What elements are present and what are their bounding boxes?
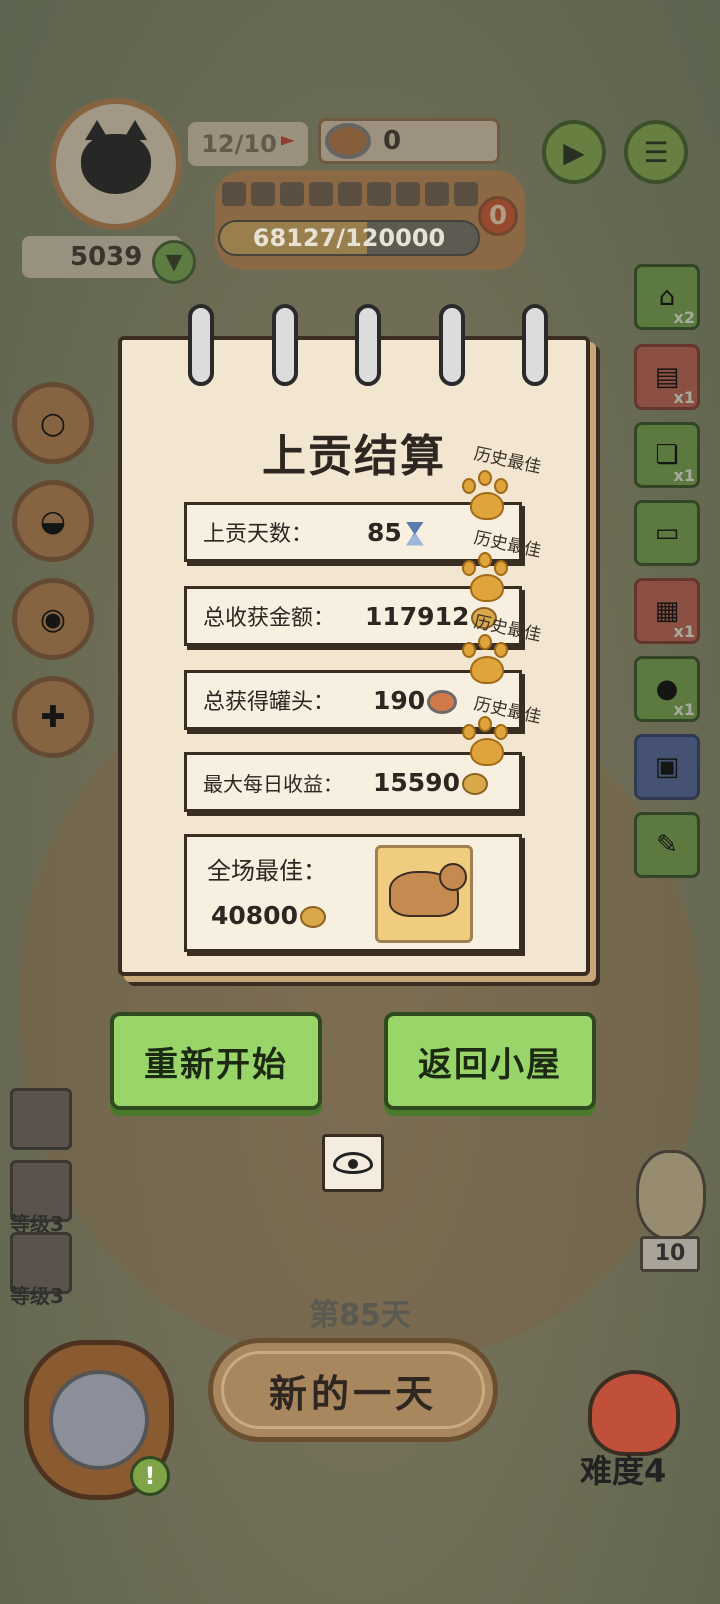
stat-value: 190: [373, 685, 458, 715]
beast-card[interactable]: [375, 845, 473, 943]
summary-notebook: 上贡结算 上贡天数： 85 总收获金额： 117912 总获得罐头： 190 最…: [118, 336, 590, 976]
sabertooth-icon: [389, 863, 467, 917]
paw-icon: [458, 716, 514, 772]
hourglass-icon: [405, 521, 424, 546]
days-value: 85: [367, 517, 402, 547]
alert-icon[interactable]: !: [130, 1456, 170, 1496]
notebook-rings: [188, 304, 548, 386]
coin-icon: [461, 772, 488, 795]
best-value: 40800: [211, 901, 298, 930]
stat-label: 最大每日收益：: [203, 771, 343, 796]
xp-text: 68127/120000: [252, 224, 446, 252]
ring: [355, 304, 381, 386]
gold-value: 117912: [365, 601, 470, 631]
stat-label: 总收获金额：: [203, 606, 336, 631]
cans-value: 190: [373, 685, 426, 715]
fire-icon[interactable]: [588, 1370, 680, 1456]
best-label: 全场最佳：: [207, 857, 327, 885]
best-overall-box: 全场最佳： 40800: [184, 834, 522, 952]
stat-value: 85: [367, 518, 424, 547]
ring: [271, 304, 298, 386]
paw-icon: [458, 470, 514, 526]
ring: [438, 304, 465, 386]
paw-icon: [458, 634, 514, 690]
button-frame: [221, 1351, 485, 1429]
dog-icon: [49, 1370, 149, 1470]
stat-label: 上贡天数：: [203, 522, 314, 547]
new-day-button[interactable]: 新的一天: [208, 1338, 498, 1442]
difficulty-label: 难度4: [580, 1452, 667, 1490]
ring: [188, 304, 214, 386]
paw-icon: [458, 552, 514, 608]
eye-icon: [333, 1152, 373, 1174]
ring: [522, 304, 548, 386]
view-scene-button[interactable]: [322, 1134, 384, 1192]
daily-value: 15590: [373, 767, 460, 797]
best-value-wrap: 40800: [211, 901, 326, 930]
can-icon: [427, 689, 458, 714]
paw-coin-icon: [299, 906, 326, 928]
xp-bar: 68127/120000: [218, 220, 480, 256]
stat-label: 总获得罐头：: [203, 690, 336, 715]
day-counter: 第85天: [309, 1298, 411, 1333]
return-home-button[interactable]: 返回小屋: [384, 1012, 596, 1110]
restart-button[interactable]: 重新开始: [110, 1012, 322, 1110]
